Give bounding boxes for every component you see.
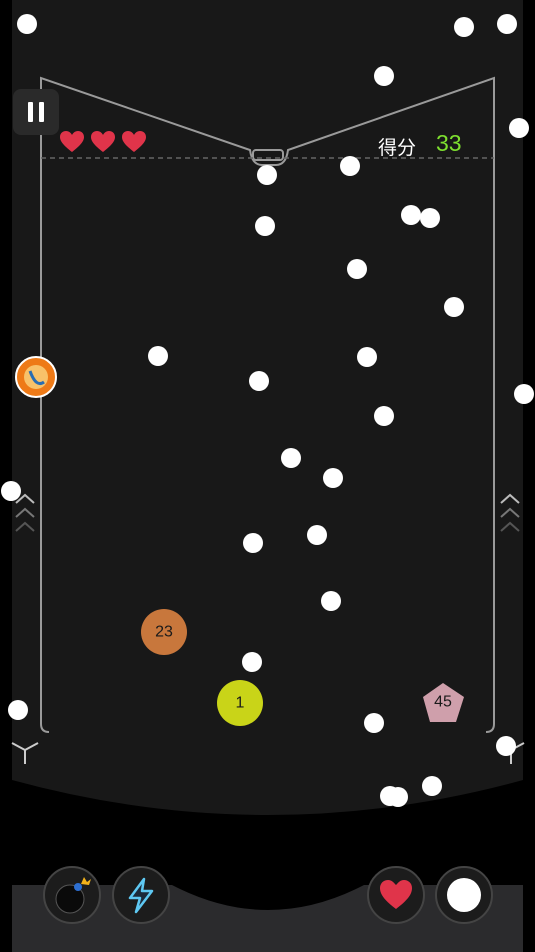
ball: [497, 14, 517, 34]
block-23: 23: [141, 609, 187, 655]
block-1: 1: [217, 680, 263, 726]
bomb-button[interactable]: [43, 866, 101, 924]
ball: [249, 371, 269, 391]
ball: [357, 347, 377, 367]
ball: [243, 533, 263, 553]
score-label: 得分: [378, 138, 417, 159]
ball: [8, 700, 28, 720]
bomb-icon: [55, 877, 91, 914]
block-value: 23: [155, 624, 173, 641]
ball: [364, 713, 384, 733]
bonus-orb-icon[interactable]: [15, 356, 57, 398]
block-value: 45: [434, 694, 452, 711]
ball: [1, 481, 21, 501]
pause-button[interactable]: [13, 89, 59, 135]
ball: [17, 14, 37, 34]
lightning-button[interactable]: [112, 866, 170, 924]
pause-bar: [39, 102, 44, 122]
ball: [323, 468, 343, 488]
ball: [242, 652, 262, 672]
ball: [347, 259, 367, 279]
ball: [514, 384, 534, 404]
ball: [321, 591, 341, 611]
block-value: 1: [236, 695, 245, 712]
pause-bar: [28, 102, 33, 122]
ball: [148, 346, 168, 366]
heart-icon: [380, 880, 412, 909]
ball: [307, 525, 327, 545]
extra-ball-button[interactable]: [435, 866, 493, 924]
ball: [420, 208, 440, 228]
ball: [255, 216, 275, 236]
ball: [509, 118, 529, 138]
ball: [496, 736, 516, 756]
ball: [401, 205, 421, 225]
ball: [281, 448, 301, 468]
ball: [257, 165, 277, 185]
ball-icon: [447, 878, 481, 912]
lightning-icon: [128, 877, 154, 914]
ball: [454, 17, 474, 37]
score-value: 33: [436, 130, 462, 156]
ball: [444, 297, 464, 317]
ball: [422, 776, 442, 796]
ball: [374, 406, 394, 426]
extra-life-button[interactable]: [367, 866, 425, 924]
ball: [374, 66, 394, 86]
ball: [388, 787, 408, 807]
ball: [340, 156, 360, 176]
